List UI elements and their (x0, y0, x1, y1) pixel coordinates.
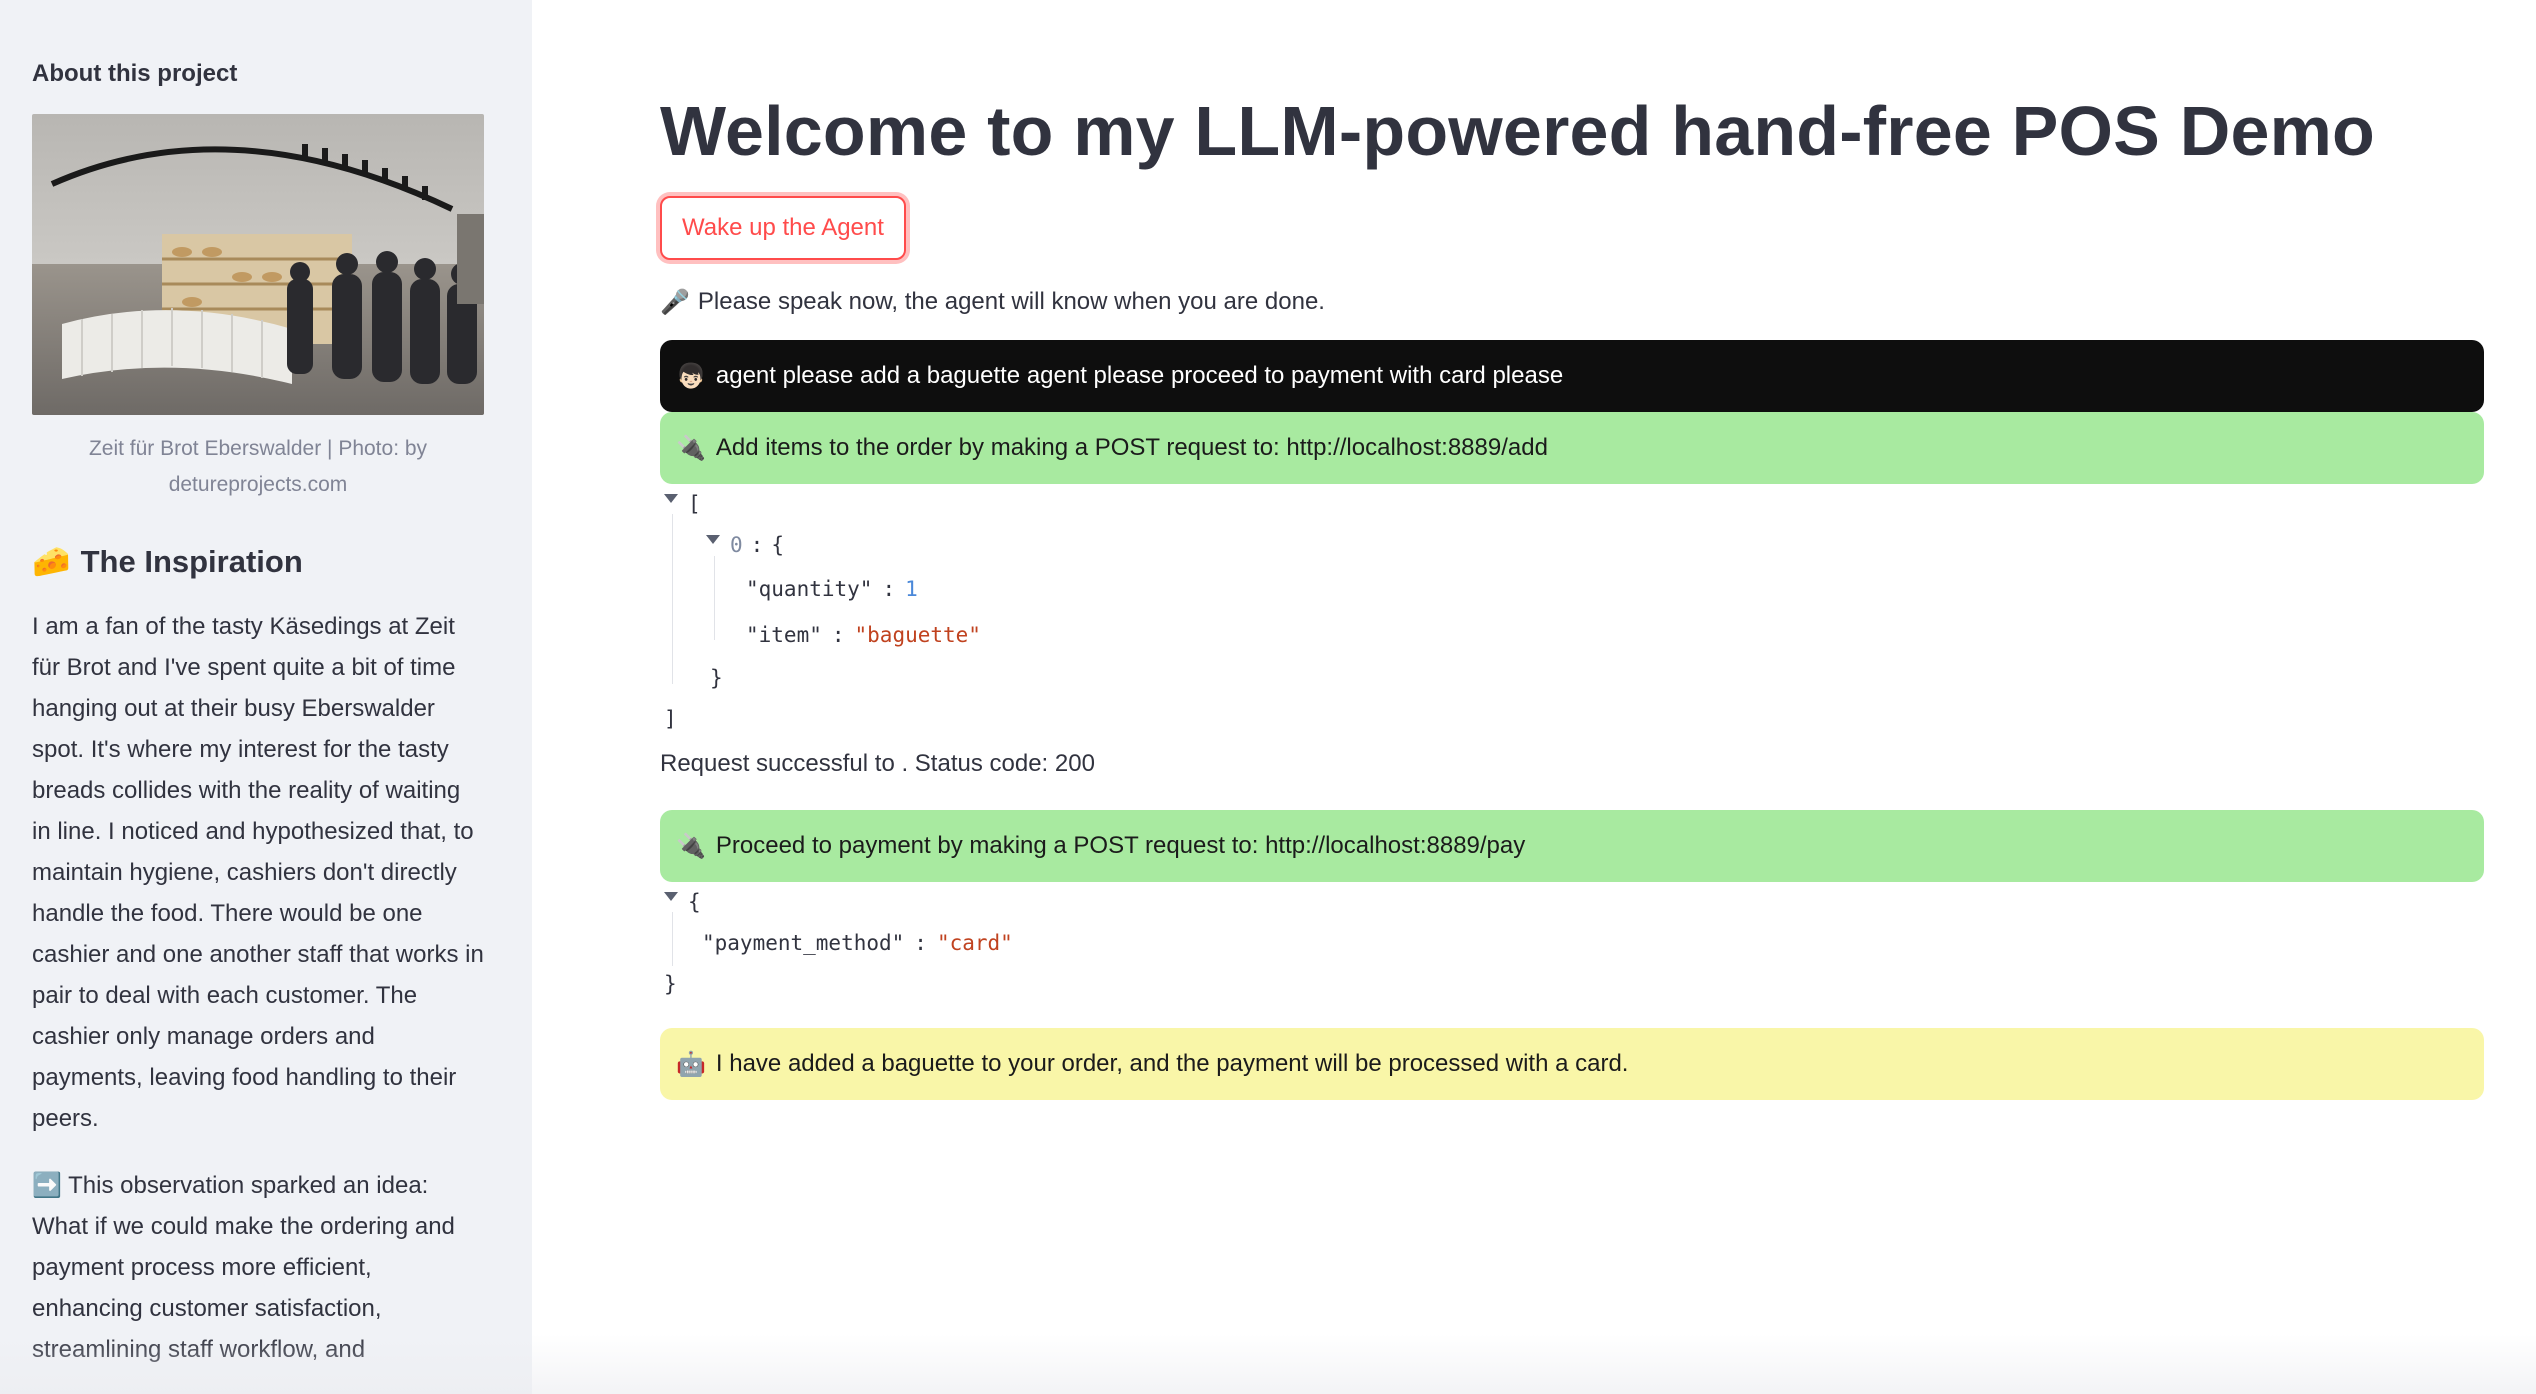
json-row: 0 : { (660, 525, 2484, 566)
tool-message-pay-text: Proceed to payment by making a POST requ… (715, 832, 1526, 859)
photo-caption-line2: detureprojects.com (168, 473, 348, 496)
json-row: "payment_method" : "card" (660, 923, 2484, 964)
microphone-icon: 🎤 (660, 288, 690, 316)
robot-icon: 🤖 (676, 1050, 706, 1078)
sidebar-content: About this project Zeit für Brot Eberswa… (32, 60, 484, 1370)
json-row: } (660, 964, 2484, 1005)
main-column: Welcome to my LLM-powered hand-free POS … (660, 88, 2484, 1100)
photo-caption-line1: Zeit für Brot Eberswalder | Photo: by (88, 437, 428, 460)
json-key-quantity: "quantity" (746, 576, 873, 601)
photo-caption: Zeit für Brot Eberswalder | Photo: by de… (32, 431, 484, 503)
json-row: { (660, 882, 2484, 923)
json-row: ] (660, 699, 2484, 740)
inspiration-paragraph: I am a fan of the tasty Käsedings at Zei… (32, 613, 484, 1132)
tool-message-add-text: Add items to the order by making a POST … (715, 434, 1548, 461)
json-row: "quantity" : 1 (660, 566, 2484, 612)
right-arrow-icon: ➡️ (32, 1171, 62, 1199)
agent-message-text: I have added a baguette to your order, a… (715, 1050, 1629, 1077)
json-guide (672, 514, 673, 684)
collapse-toggle-icon[interactable] (706, 535, 720, 544)
bakery-photo (32, 114, 484, 415)
json-colon: : (831, 622, 845, 647)
idea-paragraph: ➡️ This observation sparked an idea: Wha… (32, 1165, 484, 1370)
json-colon: : (882, 576, 896, 601)
json-index: 0 (730, 533, 743, 557)
sidebar: About this project Zeit für Brot Eberswa… (0, 0, 532, 1394)
status-text: Request successful to . Status code: 200 (660, 750, 1095, 777)
user-message-text: agent please add a baguette agent please… (715, 362, 1564, 389)
main-content: Welcome to my LLM-powered hand-free POS … (532, 0, 2536, 1394)
wake-agent-button[interactable]: Wake up the Agent (660, 196, 906, 260)
agent-message: 🤖 I have added a baguette to your order,… (660, 1028, 2484, 1100)
json-guide (714, 556, 715, 640)
collapse-toggle-icon[interactable] (664, 892, 678, 901)
json-colon: : (750, 533, 764, 557)
tool-message-add: 🔌 Add items to the order by making a POS… (660, 412, 2484, 484)
page-title: Welcome to my LLM-powered hand-free POS … (660, 92, 2375, 170)
sidebar-heading: About this project (32, 60, 238, 87)
json-brace: { (688, 890, 701, 914)
user-avatar-icon: 👦🏻 (676, 362, 706, 390)
json-guide (672, 912, 673, 966)
json-row: [ (660, 484, 2484, 525)
user-message: 👦🏻 agent please add a baguette agent ple… (660, 340, 2484, 412)
json-brace: { (771, 533, 784, 557)
tool-message-pay: 🔌 Proceed to payment by making a POST re… (660, 810, 2484, 882)
idea-paragraph-text: This observation sparked an idea: What i… (32, 1172, 455, 1363)
plug-icon: 🔌 (676, 832, 706, 860)
plug-icon: 🔌 (676, 434, 706, 462)
json-viewer-add: [ 0 : { "quantity" : 1 "item" : "baguett… (660, 484, 2484, 731)
json-colon: : (914, 931, 927, 955)
collapse-toggle-icon[interactable] (664, 494, 678, 503)
json-brace: } (710, 666, 723, 690)
json-bracket: ] (664, 707, 677, 731)
json-key-item: "item" (746, 622, 822, 647)
json-viewer-pay: { "payment_method" : "card" } (660, 882, 2484, 1006)
json-value-item: "baguette" (854, 622, 981, 647)
json-brace: } (664, 972, 677, 996)
json-key-payment-method: "payment_method" (702, 931, 905, 955)
cheese-icon: 🧀 (32, 544, 71, 580)
speak-prompt-text: Please speak now, the agent will know wh… (697, 288, 1325, 315)
json-bracket: [ (688, 492, 701, 516)
speak-prompt: 🎤 Please speak now, the agent will know … (660, 284, 2484, 320)
app: About this project Zeit für Brot Eberswa… (0, 0, 2536, 1394)
json-value-quantity: 1 (905, 576, 918, 601)
inspiration-heading: 🧀 The Inspiration (32, 543, 484, 581)
json-row: "item" : "baguette" (660, 612, 2484, 658)
inspiration-heading-text: The Inspiration (80, 543, 303, 579)
json-row: } (660, 658, 2484, 699)
json-value-payment-method: "card" (936, 931, 1013, 955)
